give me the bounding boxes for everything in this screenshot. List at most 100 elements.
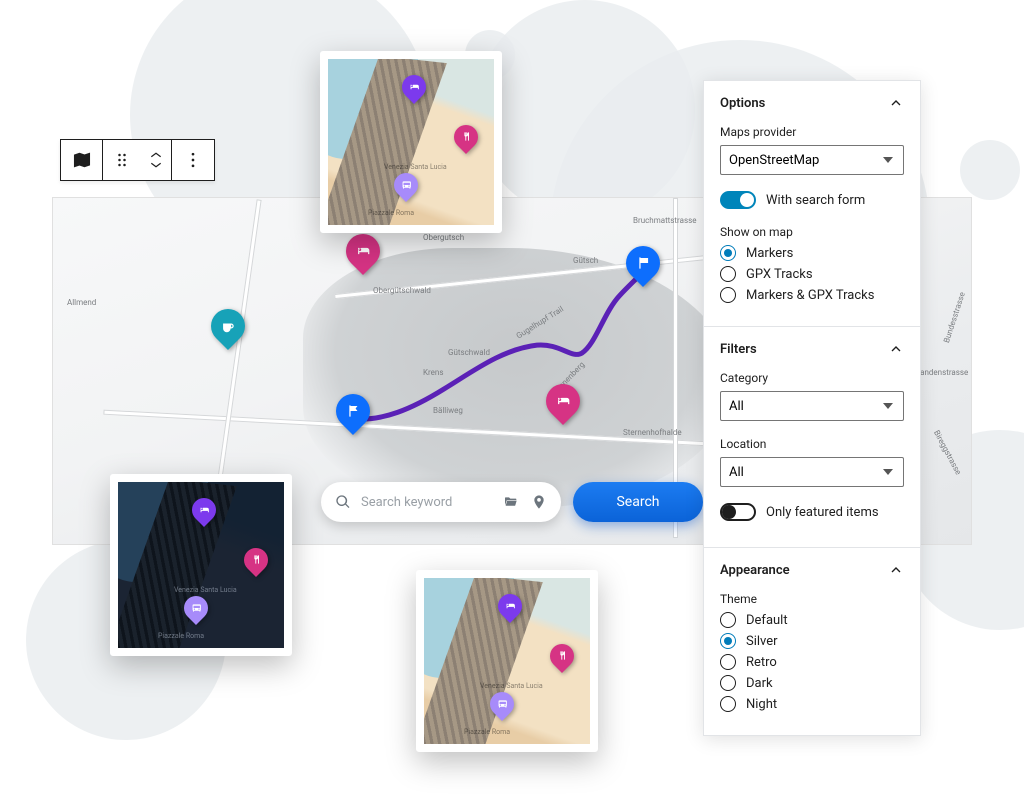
- theme-option-silver[interactable]: Silver: [720, 633, 904, 649]
- map-marker-track-b[interactable]: [626, 246, 660, 290]
- map-theme-thumbnail-retro[interactable]: Venezia Santa LuciaPiazzale Roma: [320, 51, 502, 233]
- map-label: Gütschwald: [448, 348, 490, 357]
- map-marker-food[interactable]: [550, 644, 574, 676]
- field-label: Show on map: [720, 225, 904, 239]
- block-movers: [141, 140, 171, 180]
- thumbnail-map: Venezia Santa LuciaPiazzale Roma: [328, 59, 494, 225]
- thumbnail-map: Venezia Santa LuciaPiazzale Roma: [118, 482, 284, 648]
- panel-section-options: Options Maps provider OpenStreetMap With…: [704, 81, 920, 327]
- radio-label: Markers & GPX Tracks: [746, 288, 874, 303]
- map-label: Obergutsch: [423, 233, 464, 242]
- show-on-map-option-markers_gpx[interactable]: Markers & GPX Tracks: [720, 287, 904, 303]
- with-search-form-row: With search form: [720, 191, 904, 209]
- map-marker-food[interactable]: [244, 548, 268, 580]
- block-toolbar: [60, 139, 215, 181]
- radio-button[interactable]: [720, 675, 736, 691]
- raceflag-icon: [636, 256, 651, 271]
- bg-bubble: [960, 140, 1020, 200]
- field-label: Maps provider: [720, 125, 904, 139]
- map-marker-sleep[interactable]: [192, 498, 216, 530]
- more-options-button[interactable]: [172, 140, 214, 180]
- radio-button[interactable]: [720, 654, 736, 670]
- chevron-down-icon[interactable]: [149, 160, 163, 170]
- chevron-up-icon: [888, 341, 904, 357]
- utensils-icon: [461, 132, 472, 143]
- chevron-up-icon: [888, 95, 904, 111]
- map-label: Bundesstrasse: [942, 291, 967, 344]
- bed-icon: [409, 82, 420, 93]
- radio-button[interactable]: [720, 287, 736, 303]
- bus-icon: [401, 180, 412, 191]
- only-featured-row: Only featured items: [720, 503, 904, 521]
- bg-bubble: [475, 0, 695, 220]
- drag-handle[interactable]: [103, 140, 141, 180]
- folder-open-icon[interactable]: [503, 494, 519, 510]
- radio-label: Night: [746, 697, 777, 712]
- panel-section-title: Appearance: [720, 563, 790, 578]
- search-icon: [335, 494, 351, 510]
- map-theme-thumbnail-retro[interactable]: Venezia Santa LuciaPiazzale Roma: [416, 570, 598, 752]
- theme-option-retro[interactable]: Retro: [720, 654, 904, 670]
- bed-icon: [556, 394, 571, 409]
- panel-section-toggle-filters[interactable]: Filters: [720, 341, 904, 357]
- theme-option-dark[interactable]: Dark: [720, 675, 904, 691]
- theme-option-default[interactable]: Default: [720, 612, 904, 628]
- map-label: Gütsch: [573, 256, 598, 265]
- radio-label: GPX Tracks: [746, 267, 813, 282]
- map-marker-food[interactable]: [454, 125, 478, 157]
- toggle-label: Only featured items: [766, 505, 879, 520]
- utensils-icon: [251, 555, 262, 566]
- map-label: Obergütschwald: [373, 286, 431, 295]
- block-type-button[interactable]: [61, 140, 103, 180]
- panel-section-toggle-options[interactable]: Options: [720, 95, 904, 111]
- map-label: Allmend: [67, 298, 96, 307]
- map-label: Bruchmattstrasse: [633, 216, 696, 225]
- bed-icon: [356, 244, 371, 259]
- search-button[interactable]: Search: [573, 482, 703, 522]
- chevron-up-icon[interactable]: [149, 150, 163, 160]
- search-button-label: Search: [616, 494, 659, 510]
- radio-button[interactable]: [720, 245, 736, 261]
- only-featured-toggle[interactable]: [720, 503, 756, 521]
- radio-button[interactable]: [720, 266, 736, 282]
- radio-label: Retro: [746, 655, 777, 670]
- map-marker-sleep[interactable]: [498, 594, 522, 626]
- panel-section-filters: Filters Category All Location All Only f…: [704, 327, 920, 548]
- map-marker-sleep[interactable]: [402, 75, 426, 107]
- map-pin-icon[interactable]: [531, 494, 547, 510]
- map-marker-track-a[interactable]: [336, 394, 370, 438]
- map-label: Bireggstrasse: [932, 429, 963, 476]
- map-label: Krens: [423, 368, 443, 377]
- map-marker-hotel-2[interactable]: [546, 384, 580, 428]
- radio-button[interactable]: [720, 612, 736, 628]
- show-on-map-option-markers[interactable]: Markers: [720, 245, 904, 261]
- flag-icon: [346, 404, 361, 419]
- radio-button[interactable]: [720, 633, 736, 649]
- radio-label: Silver: [746, 634, 778, 649]
- map-label: Bälliweg: [433, 406, 463, 415]
- radio-button[interactable]: [720, 696, 736, 712]
- panel-section-toggle-appearance[interactable]: Appearance: [720, 562, 904, 578]
- toggle-label: With search form: [766, 193, 865, 208]
- map-label: Sternenhofhalde: [623, 428, 682, 437]
- thumbnail-map: Venezia Santa LuciaPiazzale Roma: [424, 578, 590, 744]
- category-select[interactable]: All: [720, 391, 904, 421]
- theme-option-night[interactable]: Night: [720, 696, 904, 712]
- field-label: Category: [720, 371, 904, 385]
- search-input[interactable]: Search keyword: [321, 482, 561, 522]
- show-on-map-option-gpx[interactable]: GPX Tracks: [720, 266, 904, 282]
- map-marker-hotel-1[interactable]: [346, 234, 380, 278]
- map-block-icon: [72, 150, 92, 170]
- search-placeholder: Search keyword: [361, 495, 452, 510]
- with-search-form-toggle[interactable]: [720, 191, 756, 209]
- map-marker-bus[interactable]: [394, 173, 418, 205]
- location-select[interactable]: All: [720, 457, 904, 487]
- map-marker-bus[interactable]: [184, 596, 208, 628]
- utensils-icon: [557, 651, 568, 662]
- coffee-icon: [221, 319, 236, 334]
- maps-provider-select[interactable]: OpenStreetMap: [720, 145, 904, 175]
- map-theme-thumbnail-dark[interactable]: Venezia Santa LuciaPiazzale Roma: [110, 474, 292, 656]
- map-marker-bus[interactable]: [490, 692, 514, 724]
- bed-icon: [199, 505, 210, 516]
- map-marker-cafe[interactable]: [211, 309, 245, 353]
